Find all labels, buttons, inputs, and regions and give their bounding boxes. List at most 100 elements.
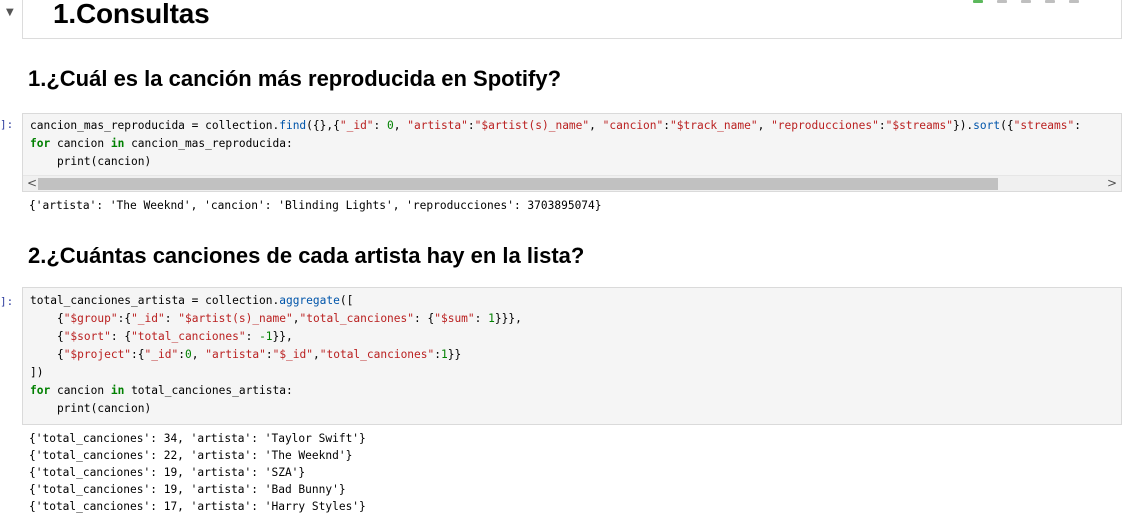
output-line: {'total_canciones': 19, 'artista': 'Bad … — [29, 483, 346, 496]
code-cell-2[interactable]: total_canciones_artista = collection.agg… — [22, 287, 1122, 425]
code-token: sort — [973, 119, 1001, 132]
code-token: 1 — [441, 348, 448, 361]
cell-output-2: {'total_canciones': 34, 'artista': 'Tayl… — [29, 430, 366, 515]
code-token: , — [589, 119, 603, 132]
code-token: "streams" — [1013, 119, 1075, 132]
code-token: "$project" — [63, 348, 132, 361]
section-title: 1.Consultas — [53, 0, 210, 29]
code-token: in — [110, 137, 125, 150]
code-line: ]) — [30, 364, 1121, 382]
output-line: {'total_canciones': 22, 'artista': 'The … — [29, 449, 353, 462]
code-token: total_canciones_artista = collection. — [30, 294, 280, 307]
horizontal-scrollbar[interactable]: < > — [23, 175, 1121, 191]
code-token: "_id" — [144, 348, 179, 361]
code-token: 1 — [488, 312, 495, 325]
code-token: : — [434, 348, 442, 361]
code-token: }}}, — [494, 312, 522, 325]
code-editor-2[interactable]: total_canciones_artista = collection.agg… — [23, 288, 1121, 418]
code-token: { — [30, 312, 64, 325]
code-token: for — [30, 384, 51, 397]
code-token: "$_id" — [272, 348, 313, 361]
code-token: :{ — [117, 312, 132, 325]
scroll-left-arrow-icon[interactable]: < — [27, 176, 37, 191]
code-token: "cancion" — [602, 119, 664, 132]
code-token: , — [292, 312, 300, 325]
code-token: "$group" — [63, 312, 118, 325]
code-token: "$streams" — [885, 119, 953, 132]
code-token: "$sum" — [434, 312, 475, 325]
code-token: :{ — [131, 348, 145, 361]
output-line: {'total_canciones': 19, 'artista': 'SZA'… — [29, 466, 306, 479]
code-token: cancion — [50, 384, 111, 397]
code-line: for cancion in total_canciones_artista: — [30, 382, 1121, 400]
code-token: : — [474, 312, 489, 325]
code-token: "_id" — [131, 312, 165, 325]
code-token: : — [164, 312, 179, 325]
code-token: ({ — [1000, 119, 1014, 132]
scroll-right-arrow-icon[interactable]: > — [1107, 176, 1117, 191]
code-token: 0 — [387, 119, 394, 132]
code-cell-1[interactable]: cancion_mas_reproducida = collection.fin… — [22, 113, 1122, 192]
code-token: , — [313, 348, 320, 361]
code-token: print(cancion) — [30, 155, 152, 168]
code-token: ]) — [30, 366, 44, 379]
code-token: : — [265, 348, 273, 361]
code-token: "$sort" — [63, 330, 111, 343]
code-token: ({},{ — [306, 119, 340, 132]
query-heading-2: 2.¿Cuántas canciones de cada artista hay… — [28, 243, 585, 268]
cell-output-1: {'artista': 'The Weeknd', 'cancion': 'Bl… — [29, 197, 602, 214]
code-token: in — [110, 384, 125, 397]
code-token: { — [30, 348, 64, 361]
code-token: : { — [110, 330, 132, 343]
code-token: : — [245, 330, 260, 343]
code-token: "artista" — [205, 348, 266, 361]
toolbar-icon — [1021, 0, 1031, 3]
code-token: : — [878, 119, 886, 132]
code-token: }}, — [272, 330, 293, 343]
code-token: cancion_mas_reproducida = collection. — [30, 119, 280, 132]
code-line: {"$project":{"_id":0, "artista":"$_id","… — [30, 346, 1121, 364]
output-line: {'total_canciones': 34, 'artista': 'Tayl… — [29, 432, 366, 445]
code-line: cancion_mas_reproducida = collection.fin… — [30, 117, 1121, 135]
code-token: "total_canciones" — [131, 330, 246, 343]
code-token: : { — [414, 312, 435, 325]
code-token: "$track_name" — [670, 119, 758, 132]
code-token: "total_canciones" — [319, 348, 435, 361]
code-token: : — [373, 119, 388, 132]
code-line: print(cancion) — [30, 400, 1121, 418]
code-line: {"$sort": {"total_canciones": -1}}, — [30, 328, 1121, 346]
code-token: "total_canciones" — [299, 312, 415, 325]
code-editor-1[interactable]: cancion_mas_reproducida = collection.fin… — [23, 114, 1121, 171]
toolbar-icon — [1069, 0, 1079, 3]
code-token: -1 — [259, 330, 273, 343]
scrollbar-thumb[interactable] — [38, 178, 998, 190]
query-heading-1: 1.¿Cuál es la canción más reproducida en… — [28, 66, 562, 91]
toolbar-icon — [997, 0, 1007, 3]
code-token: "artista" — [407, 119, 468, 132]
code-token: aggregate — [279, 294, 340, 307]
toolbar-icon — [1045, 0, 1055, 3]
code-token: find — [279, 119, 307, 132]
code-token: "$artist(s)_name" — [474, 119, 590, 132]
cell-toolbar — [973, 0, 1079, 3]
code-token: }} — [447, 348, 462, 361]
output-line: {'artista': 'The Weeknd', 'cancion': 'Bl… — [29, 199, 602, 212]
code-token: cancion — [50, 137, 111, 150]
output-line: {'total_canciones': 17, 'artista': 'Harr… — [29, 500, 366, 513]
code-token: cancion_mas_reproducida: — [124, 137, 293, 150]
code-line: for cancion in cancion_mas_reproducida: — [30, 135, 1121, 153]
code-token: { — [30, 330, 64, 343]
code-token: total_canciones_artista: — [124, 384, 293, 397]
toolbar-icon — [973, 0, 983, 3]
code-token: for — [30, 137, 51, 150]
code-token: , — [191, 348, 206, 361]
code-token: ([ — [339, 294, 354, 307]
code-token: "reproducciones" — [771, 119, 879, 132]
collapse-caret-icon[interactable]: ▼ — [6, 7, 14, 18]
markdown-cell-title[interactable]: 1.Consultas — [22, 0, 1122, 39]
code-line: print(cancion) — [30, 153, 1121, 171]
code-token: : — [1074, 119, 1081, 132]
code-token: : — [663, 119, 671, 132]
code-token: : — [467, 119, 475, 132]
code-line: {"$group":{"_id": "$artist(s)_name","tot… — [30, 310, 1121, 328]
